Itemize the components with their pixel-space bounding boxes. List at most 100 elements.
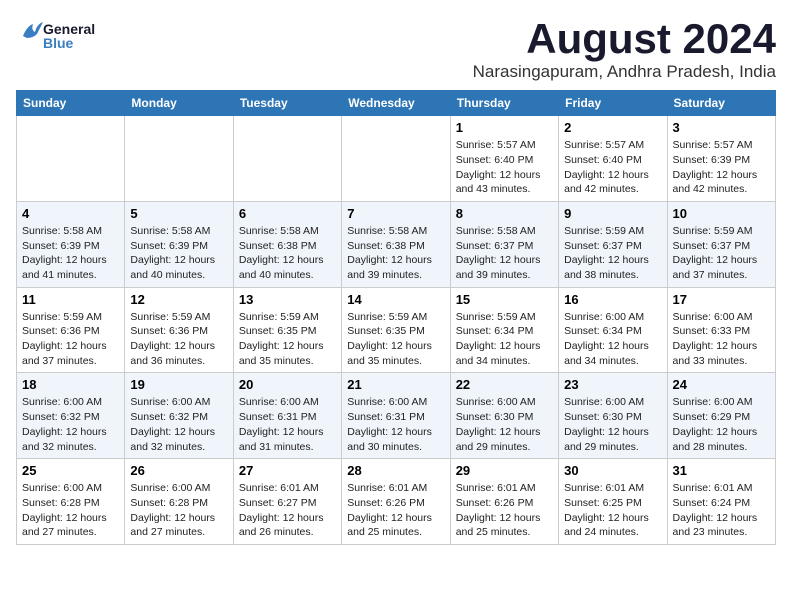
calendar-cell: 21 Sunrise: 6:00 AMSunset: 6:31 PMDayligh… <box>342 373 450 459</box>
calendar-cell <box>342 116 450 202</box>
calendar-cell: 4 Sunrise: 5:58 AMSunset: 6:39 PMDaylight… <box>17 201 125 287</box>
day-info: Sunrise: 5:58 AMSunset: 6:39 PMDaylight:… <box>22 224 119 283</box>
day-info: Sunrise: 5:58 AMSunset: 6:39 PMDaylight:… <box>130 224 227 283</box>
calendar-cell: 3 Sunrise: 5:57 AMSunset: 6:39 PMDaylight… <box>667 116 775 202</box>
weekday-header-friday: Friday <box>559 91 667 116</box>
day-number: 12 <box>130 292 227 307</box>
day-number: 21 <box>347 377 444 392</box>
day-number: 9 <box>564 206 661 221</box>
calendar-cell: 10 Sunrise: 5:59 AMSunset: 6:37 PMDayligh… <box>667 201 775 287</box>
day-number: 15 <box>456 292 553 307</box>
logo-svg: GeneralBlue <box>16 16 106 61</box>
calendar-cell: 30 Sunrise: 6:01 AMSunset: 6:25 PMDayligh… <box>559 459 667 545</box>
calendar-cell: 19 Sunrise: 6:00 AMSunset: 6:32 PMDayligh… <box>125 373 233 459</box>
day-number: 2 <box>564 120 661 135</box>
day-info: Sunrise: 6:01 AMSunset: 6:27 PMDaylight:… <box>239 481 336 540</box>
day-info: Sunrise: 6:00 AMSunset: 6:31 PMDaylight:… <box>347 395 444 454</box>
day-info: Sunrise: 5:59 AMSunset: 6:35 PMDaylight:… <box>347 310 444 369</box>
calendar-cell: 7Sunrise: 5:58 AMSunset: 6:38 PMDaylight… <box>342 201 450 287</box>
calendar-cell: 28Sunrise: 6:01 AMSunset: 6:26 PMDayligh… <box>342 459 450 545</box>
month-year: August 2024 <box>473 16 776 62</box>
day-number: 26 <box>130 463 227 478</box>
calendar-table: SundayMondayTuesdayWednesdayThursdayFrid… <box>16 90 776 545</box>
weekday-header-tuesday: Tuesday <box>233 91 341 116</box>
calendar-cell: 23Sunrise: 6:00 AMSunset: 6:30 PMDayligh… <box>559 373 667 459</box>
day-info: Sunrise: 6:00 AMSunset: 6:32 PMDaylight:… <box>130 395 227 454</box>
day-info: Sunrise: 5:59 AMSunset: 6:37 PMDaylight:… <box>673 224 770 283</box>
calendar-cell: 17 Sunrise: 6:00 AMSunset: 6:33 PMDayligh… <box>667 287 775 373</box>
calendar-cell: 2 Sunrise: 5:57 AMSunset: 6:40 PMDaylight… <box>559 116 667 202</box>
day-info: Sunrise: 6:00 AMSunset: 6:32 PMDaylight:… <box>22 395 119 454</box>
day-info: Sunrise: 5:57 AMSunset: 6:39 PMDaylight:… <box>673 138 770 197</box>
calendar-cell: 6 Sunrise: 5:58 AMSunset: 6:38 PMDaylight… <box>233 201 341 287</box>
day-info: Sunrise: 5:57 AMSunset: 6:40 PMDaylight:… <box>456 138 553 197</box>
day-number: 8 <box>456 206 553 221</box>
title-block: August 2024 Narasingapuram, Andhra Prade… <box>473 16 776 82</box>
calendar-cell: 27 Sunrise: 6:01 AMSunset: 6:27 PMDayligh… <box>233 459 341 545</box>
day-info: Sunrise: 6:00 AMSunset: 6:29 PMDaylight:… <box>673 395 770 454</box>
day-info: Sunrise: 6:00 AMSunset: 6:30 PMDaylight:… <box>456 395 553 454</box>
day-number: 11 <box>22 292 119 307</box>
day-info: Sunrise: 6:00 AMSunset: 6:28 PMDaylight:… <box>130 481 227 540</box>
day-info: Sunrise: 5:58 AMSunset: 6:37 PMDaylight:… <box>456 224 553 283</box>
calendar-week-2: 4 Sunrise: 5:58 AMSunset: 6:39 PMDaylight… <box>17 201 776 287</box>
calendar-week-1: 1 Sunrise: 5:57 AMSunset: 6:40 PMDaylight… <box>17 116 776 202</box>
calendar-cell: 20Sunrise: 6:00 AMSunset: 6:31 PMDayligh… <box>233 373 341 459</box>
day-number: 25 <box>22 463 119 478</box>
calendar-cell: 29 Sunrise: 6:01 AMSunset: 6:26 PMDayligh… <box>450 459 558 545</box>
logo: GeneralBlue <box>16 16 106 61</box>
day-number: 6 <box>239 206 336 221</box>
calendar-cell <box>233 116 341 202</box>
day-number: 3 <box>673 120 770 135</box>
calendar-cell: 22Sunrise: 6:00 AMSunset: 6:30 PMDayligh… <box>450 373 558 459</box>
calendar-cell: 15 Sunrise: 5:59 AMSunset: 6:34 PMDayligh… <box>450 287 558 373</box>
day-number: 4 <box>22 206 119 221</box>
calendar-cell: 11 Sunrise: 5:59 AMSunset: 6:36 PMDayligh… <box>17 287 125 373</box>
weekday-header-thursday: Thursday <box>450 91 558 116</box>
day-info: Sunrise: 5:58 AMSunset: 6:38 PMDaylight:… <box>239 224 336 283</box>
day-info: Sunrise: 6:00 AMSunset: 6:31 PMDaylight:… <box>239 395 336 454</box>
day-number: 13 <box>239 292 336 307</box>
day-number: 18 <box>22 377 119 392</box>
page-header: GeneralBlue August 2024 Narasingapuram, … <box>16 16 776 82</box>
day-number: 31 <box>673 463 770 478</box>
calendar-cell: 5 Sunrise: 5:58 AMSunset: 6:39 PMDaylight… <box>125 201 233 287</box>
day-number: 17 <box>673 292 770 307</box>
location: Narasingapuram, Andhra Pradesh, India <box>473 62 776 82</box>
day-number: 29 <box>456 463 553 478</box>
calendar-cell: 13 Sunrise: 5:59 AMSunset: 6:35 PMDayligh… <box>233 287 341 373</box>
day-info: Sunrise: 5:59 AMSunset: 6:34 PMDaylight:… <box>456 310 553 369</box>
day-number: 14 <box>347 292 444 307</box>
day-number: 23 <box>564 377 661 392</box>
calendar-cell: 12 Sunrise: 5:59 AMSunset: 6:36 PMDayligh… <box>125 287 233 373</box>
day-number: 1 <box>456 120 553 135</box>
day-number: 27 <box>239 463 336 478</box>
day-number: 30 <box>564 463 661 478</box>
calendar-cell: 16Sunrise: 6:00 AMSunset: 6:34 PMDayligh… <box>559 287 667 373</box>
day-info: Sunrise: 6:01 AMSunset: 6:25 PMDaylight:… <box>564 481 661 540</box>
day-number: 19 <box>130 377 227 392</box>
weekday-header-wednesday: Wednesday <box>342 91 450 116</box>
day-number: 5 <box>130 206 227 221</box>
day-info: Sunrise: 5:59 AMSunset: 6:36 PMDaylight:… <box>22 310 119 369</box>
weekday-header-saturday: Saturday <box>667 91 775 116</box>
day-info: Sunrise: 6:01 AMSunset: 6:26 PMDaylight:… <box>456 481 553 540</box>
day-number: 28 <box>347 463 444 478</box>
calendar-week-3: 11 Sunrise: 5:59 AMSunset: 6:36 PMDayligh… <box>17 287 776 373</box>
day-info: Sunrise: 5:59 AMSunset: 6:36 PMDaylight:… <box>130 310 227 369</box>
calendar-week-5: 25 Sunrise: 6:00 AMSunset: 6:28 PMDayligh… <box>17 459 776 545</box>
day-number: 10 <box>673 206 770 221</box>
day-info: Sunrise: 5:57 AMSunset: 6:40 PMDaylight:… <box>564 138 661 197</box>
weekday-header-monday: Monday <box>125 91 233 116</box>
calendar-cell: 26 Sunrise: 6:00 AMSunset: 6:28 PMDayligh… <box>125 459 233 545</box>
day-info: Sunrise: 5:59 AMSunset: 6:35 PMDaylight:… <box>239 310 336 369</box>
weekday-header-sunday: Sunday <box>17 91 125 116</box>
calendar-cell: 25 Sunrise: 6:00 AMSunset: 6:28 PMDayligh… <box>17 459 125 545</box>
day-info: Sunrise: 6:00 AMSunset: 6:28 PMDaylight:… <box>22 481 119 540</box>
calendar-cell: 31Sunrise: 6:01 AMSunset: 6:24 PMDayligh… <box>667 459 775 545</box>
day-number: 24 <box>673 377 770 392</box>
calendar-cell: 1 Sunrise: 5:57 AMSunset: 6:40 PMDaylight… <box>450 116 558 202</box>
weekday-header-row: SundayMondayTuesdayWednesdayThursdayFrid… <box>17 91 776 116</box>
day-info: Sunrise: 6:00 AMSunset: 6:33 PMDaylight:… <box>673 310 770 369</box>
day-info: Sunrise: 5:58 AMSunset: 6:38 PMDaylight:… <box>347 224 444 283</box>
